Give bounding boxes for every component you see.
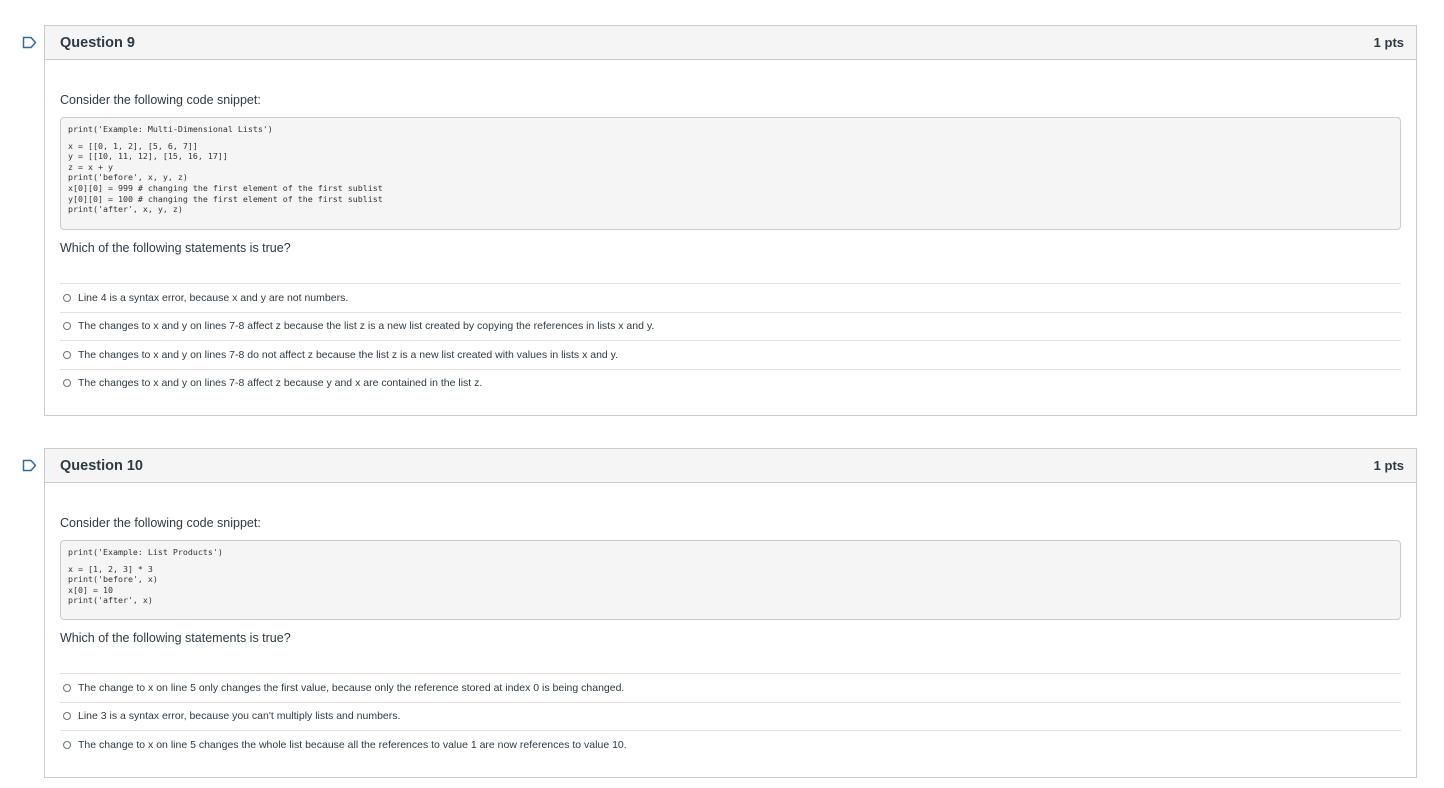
code-line: y[0][0] = 100 # changing the first eleme… bbox=[68, 193, 383, 204]
answer-option[interactable]: The change to x on line 5 only changes t… bbox=[60, 673, 1401, 702]
code-snippet: print('Example: List Products') x = [1, 2… bbox=[60, 540, 1401, 620]
question-10: Question 10 1 pts Consider the following… bbox=[44, 448, 1417, 778]
question-title: Question 9 bbox=[60, 34, 135, 51]
radio-button[interactable] bbox=[63, 683, 71, 692]
code-line: x[0] = 10 bbox=[68, 584, 113, 595]
flag-question-9-icon[interactable] bbox=[22, 36, 37, 49]
code-line: x = [[0, 1, 2], [5, 6, 7]] bbox=[68, 140, 198, 151]
answer-option[interactable]: The changes to x and y on lines 7-8 affe… bbox=[60, 368, 1401, 398]
answer-option[interactable]: Line 3 is a syntax error, because you ca… bbox=[60, 701, 1401, 731]
question-points: 1 pts bbox=[1373, 35, 1404, 50]
radio-button[interactable] bbox=[63, 379, 71, 388]
flag-question-10-icon[interactable] bbox=[22, 459, 37, 472]
question-body: Consider the following code snippet: pri… bbox=[45, 516, 1416, 759]
answer-label: Line 4 is a syntax error, because x and … bbox=[78, 291, 349, 304]
code-snippet: print('Example: Multi-Dimensional Lists'… bbox=[60, 117, 1401, 230]
question-points: 1 pts bbox=[1373, 458, 1404, 473]
code-line: y = [[10, 11, 12], [15, 16, 17]] bbox=[68, 151, 228, 162]
answer-label: The change to x on line 5 only changes t… bbox=[78, 681, 625, 694]
code-line: z = x + y bbox=[68, 161, 113, 172]
question-text: Which of the following statements is tru… bbox=[60, 241, 291, 255]
answer-list: The change to x on line 5 only changes t… bbox=[60, 673, 1401, 759]
answer-option[interactable]: Line 4 is a syntax error, because x and … bbox=[60, 283, 1401, 312]
answer-label: Line 3 is a syntax error, because you ca… bbox=[78, 710, 401, 723]
question-header: Question 9 1 pts bbox=[45, 26, 1416, 60]
code-line: x[0][0] = 999 # changing the first eleme… bbox=[68, 182, 383, 193]
code-line: print('Example: Multi-Dimensional Lists'… bbox=[68, 124, 273, 134]
radio-button[interactable] bbox=[63, 712, 71, 721]
radio-button[interactable] bbox=[63, 350, 71, 359]
radio-button[interactable] bbox=[63, 293, 71, 302]
answer-label: The change to x on line 5 changes the wh… bbox=[78, 738, 627, 751]
question-body: Consider the following code snippet: pri… bbox=[45, 93, 1416, 397]
question-header: Question 10 1 pts bbox=[45, 449, 1416, 483]
code-line: print('after', x) bbox=[68, 595, 153, 606]
radio-button[interactable] bbox=[63, 322, 71, 331]
code-line: print('before', x) bbox=[68, 574, 158, 585]
radio-button[interactable] bbox=[63, 740, 71, 749]
question-prompt: Consider the following code snippet: bbox=[60, 93, 261, 107]
answer-option[interactable]: The change to x on line 5 changes the wh… bbox=[60, 730, 1401, 759]
code-line: x = [1, 2, 3] * 3 bbox=[68, 563, 153, 574]
answer-label: The changes to x and y on lines 7-8 do n… bbox=[78, 348, 619, 361]
answer-label: The changes to x and y on lines 7-8 affe… bbox=[78, 377, 483, 390]
code-line: print('Example: List Products') bbox=[68, 547, 223, 557]
code-line: print('before', x, y, z) bbox=[68, 172, 188, 183]
answer-list: Line 4 is a syntax error, because x and … bbox=[60, 283, 1401, 397]
answer-option[interactable]: The changes to x and y on lines 7-8 affe… bbox=[60, 311, 1401, 341]
answer-label: The changes to x and y on lines 7-8 affe… bbox=[78, 320, 655, 333]
question-prompt: Consider the following code snippet: bbox=[60, 516, 261, 530]
question-9: Question 9 1 pts Consider the following … bbox=[44, 25, 1417, 416]
code-line: print('after', x, y, z) bbox=[68, 204, 183, 215]
answer-option[interactable]: The changes to x and y on lines 7-8 do n… bbox=[60, 340, 1401, 369]
question-title: Question 10 bbox=[60, 457, 143, 474]
question-text: Which of the following statements is tru… bbox=[60, 631, 291, 645]
